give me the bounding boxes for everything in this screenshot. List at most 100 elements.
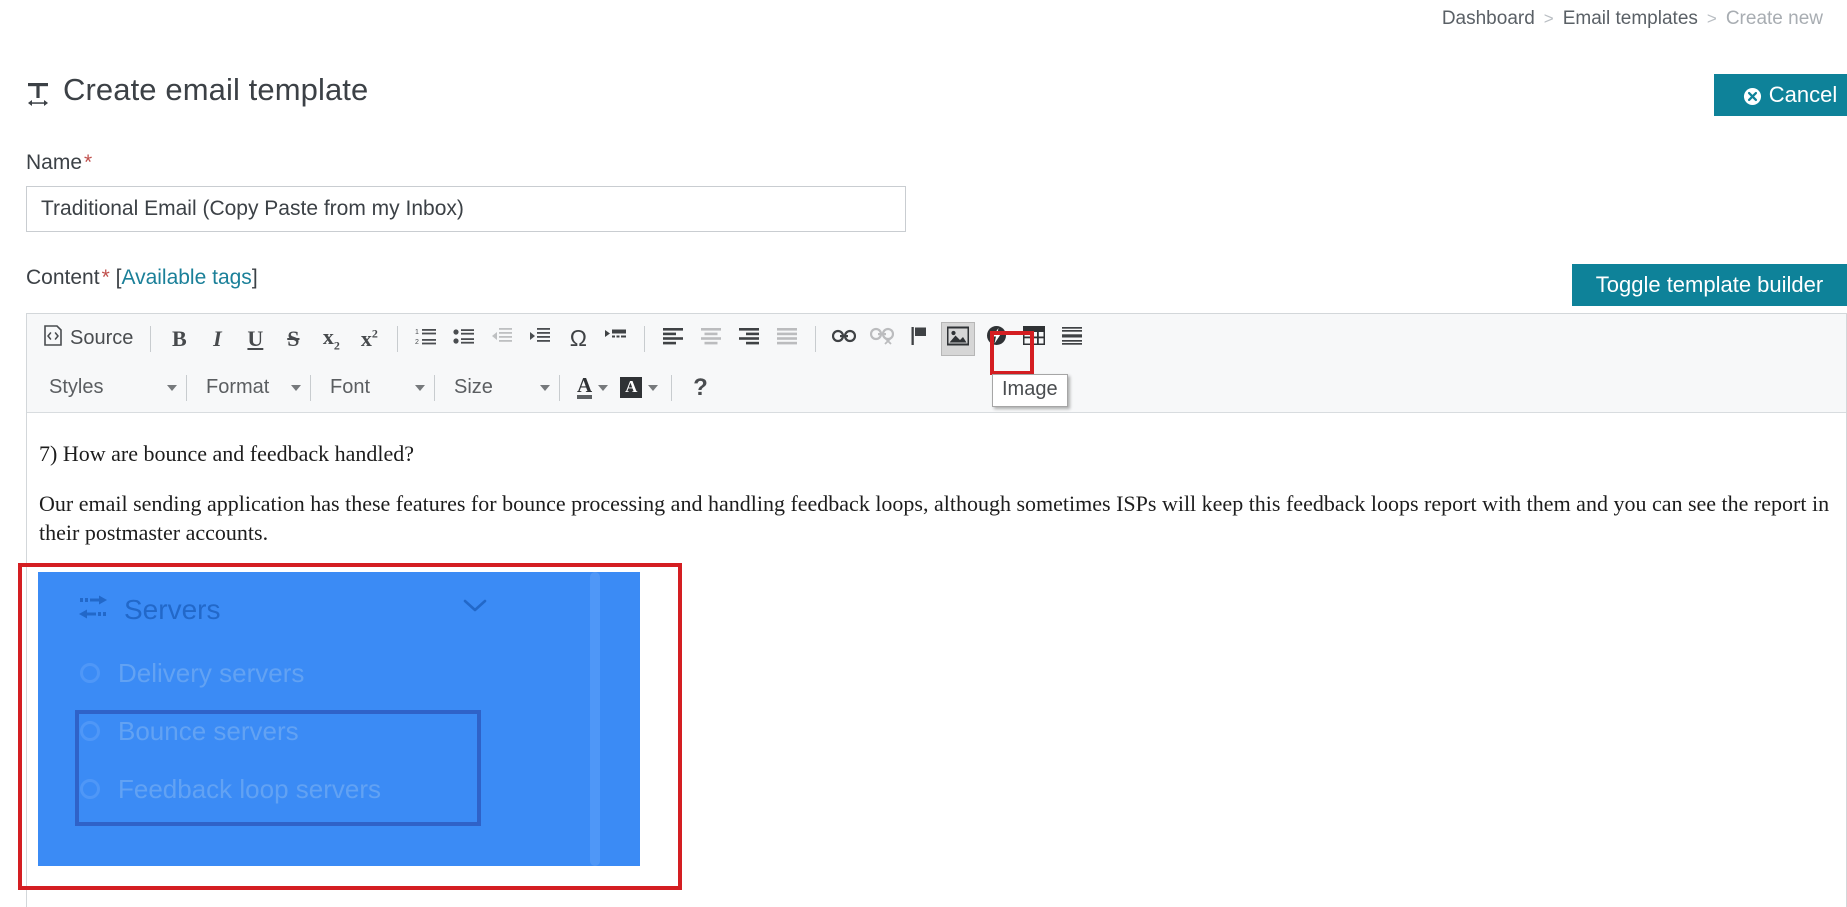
toolbar-separator [186,374,187,401]
breadcrumb-item-create-new: Create new [1725,8,1823,29]
flash-button[interactable] [979,322,1013,356]
editor-content-area[interactable]: 7) How are bounce and feedback handled? … [27,413,1846,547]
unlink-button[interactable] [865,322,899,356]
indent-icon [529,326,551,352]
bracket-close: ] [251,266,258,289]
circle-icon [80,663,100,683]
strikethrough-button[interactable]: S [276,322,310,356]
required-marker: * [84,151,93,174]
chevron-down-icon [462,598,488,619]
toggle-template-builder-label: Toggle template builder [1595,272,1824,297]
text-color-icon: A [577,374,593,400]
background-color-button[interactable]: A [612,371,662,405]
text-width-icon [26,79,50,106]
bold-button[interactable]: B [162,322,196,356]
styles-dropdown[interactable]: Styles [39,371,177,405]
size-dropdown-label: Size [454,376,493,398]
page-title: Create email template [26,72,1847,108]
breadcrumb-separator: > [1543,9,1554,28]
link-button[interactable] [827,322,861,356]
align-right-icon [738,327,760,351]
cancel-button[interactable]: Cancel [1714,74,1847,116]
embedded-menu-item-feedback-loop-servers[interactable]: Feedback loop servers [38,760,640,818]
page-header: Create email template [26,72,1847,118]
subscript-button[interactable]: x2 [314,322,348,356]
underline-button[interactable]: U [238,322,272,356]
unlink-icon [870,327,895,351]
bulleted-list-button[interactable] [447,322,481,356]
source-button-label: Source [70,327,134,349]
cancel-button-label: Cancel [1768,82,1838,107]
image-icon [946,326,970,352]
embedded-menu-item-label: Feedback loop servers [118,773,382,804]
embedded-menu-item-bounce-servers[interactable]: Bounce servers [38,702,640,760]
circle-icon [80,779,100,799]
circle-x-icon [1743,86,1762,105]
horizontal-rule-button[interactable] [1055,322,1089,356]
question-mark-icon: ? [693,373,708,401]
name-label-text: Name [26,151,83,174]
italic-icon: I [213,325,222,351]
page-title-text: Create email template [63,72,369,107]
embedded-servers-title: Servers [124,594,221,625]
name-input[interactable] [26,186,906,232]
embedded-servers-header: Servers [38,572,498,626]
content-label: Content* [Available tags] [26,266,258,290]
embedded-menu-item-delivery-servers[interactable]: Delivery servers [38,644,640,702]
table-button[interactable] [1017,322,1051,356]
decrease-indent-button[interactable] [485,322,519,356]
image-button-tooltip: Image [992,374,1068,407]
outdent-icon [491,326,513,352]
editor-body-paragraph: Our email sending application has these … [39,491,1830,546]
breadcrumb: Dashboard > Email templates > Create new [1442,8,1823,30]
superscript-icon: x2 [360,325,378,351]
toolbar-separator [397,325,399,352]
size-dropdown[interactable]: Size [444,371,550,405]
exchange-arrows-icon [78,595,108,626]
source-code-icon [43,325,63,352]
justify-button[interactable] [770,322,804,356]
toolbar-separator [310,374,311,401]
table-icon [1022,325,1046,351]
svg-text:1: 1 [415,329,419,336]
bulleted-list-icon [453,326,475,352]
required-marker: * [101,266,110,289]
toolbar-separator [815,325,817,352]
styles-dropdown-label: Styles [49,376,104,398]
chevron-down-icon [167,384,177,391]
italic-button[interactable]: I [200,322,234,356]
align-right-button[interactable] [732,322,766,356]
increase-indent-button[interactable] [523,322,557,356]
text-color-button[interactable]: A [569,371,612,405]
image-button[interactable] [941,321,976,356]
toolbar-separator [559,374,560,401]
embedded-image[interactable]: Servers Delivery servers Bounce servers … [38,572,640,866]
font-dropdown[interactable]: Font [320,371,425,405]
embedded-image-scrollbar [590,572,600,866]
circle-icon [80,721,100,741]
source-button[interactable]: Source [39,322,141,356]
blockquote-button[interactable] [599,322,633,356]
underline-icon: U [247,325,264,351]
toolbar-separator [434,374,435,401]
embedded-menu-item-label: Delivery servers [118,657,305,688]
background-color-icon: A [620,377,643,398]
chevron-down-icon [540,384,550,391]
available-tags-link[interactable]: Available tags [121,266,251,289]
svg-text:2: 2 [415,339,419,346]
align-center-icon [700,327,722,351]
align-center-button[interactable] [694,322,728,356]
numbered-list-button[interactable]: 1 2 [409,322,443,356]
toolbar-separator [644,325,646,352]
special-character-button[interactable]: Ω [561,322,595,356]
toggle-template-builder-button[interactable]: Toggle template builder [1572,264,1847,306]
breadcrumb-item-dashboard[interactable]: Dashboard [1442,8,1535,30]
help-button[interactable]: ? [683,371,717,405]
align-left-button[interactable] [656,322,690,356]
font-dropdown-label: Font [330,376,371,398]
format-dropdown[interactable]: Format [196,371,301,405]
chevron-down-icon [598,384,609,391]
superscript-button[interactable]: x2 [352,322,386,356]
anchor-button[interactable] [903,322,937,356]
breadcrumb-item-email-templates[interactable]: Email templates [1563,8,1698,30]
